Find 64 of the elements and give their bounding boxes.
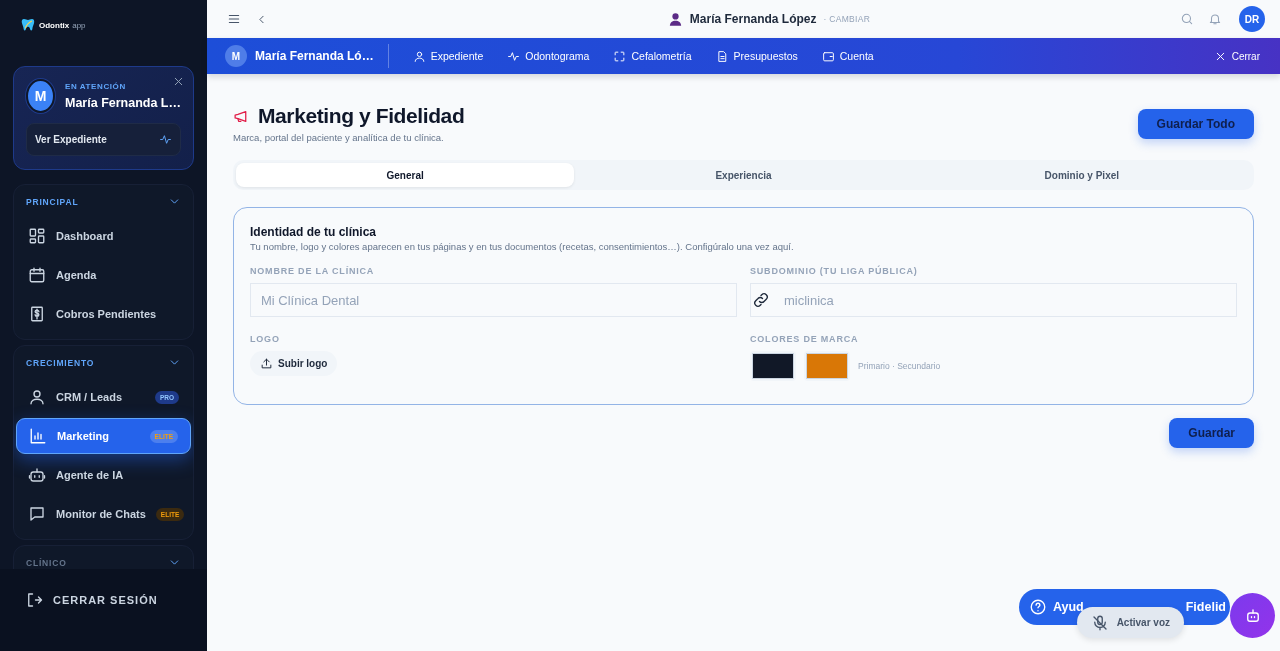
help-icon xyxy=(1028,598,1047,616)
field-label: COLORES DE MARCA xyxy=(750,334,860,344)
bar-chart-icon xyxy=(29,427,47,445)
frame-corners-icon xyxy=(613,49,627,63)
patient-nav-link[interactable]: Expediente xyxy=(400,49,496,63)
dollar-document-icon xyxy=(28,305,46,323)
chat-icon xyxy=(28,505,46,523)
logout-link[interactable]: CERRAR SESIÓN xyxy=(0,569,207,651)
nav-item[interactable]: Cobros Pendientes xyxy=(16,296,191,332)
person-icon xyxy=(667,11,683,27)
search-icon xyxy=(1180,12,1194,26)
patient-nav-link[interactable]: Odontograma xyxy=(495,49,602,63)
field-label: LOGO xyxy=(250,334,281,344)
clinic-name-field[interactable]: Mi Clínica Dental xyxy=(250,283,737,317)
view-record-button[interactable]: Ver Expediente xyxy=(26,123,181,156)
nav-item[interactable]: Agente de IA xyxy=(16,457,191,493)
logo-suffix: app xyxy=(72,21,86,30)
pulse-icon xyxy=(507,49,521,63)
section-title: PRINCIPAL xyxy=(26,196,79,207)
patient-nav-link[interactable]: Cefalometría xyxy=(601,49,704,63)
person-icon xyxy=(28,388,46,406)
section-title: CLÍNICO xyxy=(26,557,67,568)
tab[interactable]: Experiencia xyxy=(574,163,913,187)
field-label: SUBDOMINIO (TU LIGA PÚBLICA) xyxy=(750,266,919,276)
page-title: Marketing y Fidelidad xyxy=(258,104,465,128)
assistant-button[interactable] xyxy=(1230,593,1275,638)
close-icon xyxy=(172,75,185,88)
patient-nav-link[interactable]: Cuenta xyxy=(809,49,886,63)
link-icon xyxy=(752,291,770,309)
wallet-icon xyxy=(821,49,835,63)
menu-icon xyxy=(227,12,241,26)
grid-icon xyxy=(28,227,46,245)
nav-item[interactable]: Agenda xyxy=(16,257,191,293)
card-description: Tu nombre, logo y colores aparecen en tus páginas y en tus documentos (recetas, consentimientos…). Configúralo una vez aquí. xyxy=(250,241,795,252)
subdomain-field[interactable]: miclinica xyxy=(750,283,1237,317)
logout-icon xyxy=(25,591,43,609)
upload-icon xyxy=(260,357,273,370)
tab[interactable]: General xyxy=(236,163,575,187)
color-swatch[interactable] xyxy=(750,351,796,381)
patient-avatar: M xyxy=(26,79,55,113)
upload-logo-button[interactable]: Subir logo xyxy=(250,351,338,376)
logo-text: Odontix xyxy=(39,20,70,30)
calendar-icon xyxy=(28,266,46,284)
person-icon xyxy=(412,49,426,63)
close-link[interactable]: Cerrar xyxy=(1201,49,1262,63)
section-title: CRECIMIENTO xyxy=(26,357,95,368)
close-button[interactable] xyxy=(172,75,185,88)
pulse-icon xyxy=(159,133,172,146)
patient-name: María Fernanda López xyxy=(689,12,817,26)
patient-nav-link[interactable]: Presupuestos xyxy=(703,49,810,63)
user-avatar[interactable]: DR xyxy=(1239,6,1265,32)
tab[interactable]: Dominio y Pixel xyxy=(912,163,1251,187)
field-label: NOMBRE DE LA CLÍNICA xyxy=(250,266,376,276)
patient-name: María Fernanda Ló… xyxy=(255,49,374,63)
page-subtitle: Marca, portal del paciente y analítica de tu clínica. xyxy=(233,132,445,143)
color-caption: Primario · Secundario xyxy=(858,361,941,371)
status-label: EN ATENCIÓN xyxy=(65,82,127,91)
color-swatch[interactable] xyxy=(804,351,850,381)
patient-name: María Fernanda L… xyxy=(65,96,181,110)
bell-icon xyxy=(1208,12,1222,26)
patient-avatar: M xyxy=(225,45,247,67)
nav-item[interactable]: Dashboard xyxy=(16,218,191,254)
robot-icon xyxy=(28,466,46,484)
card-title: Identidad de tu clínica xyxy=(250,225,378,239)
